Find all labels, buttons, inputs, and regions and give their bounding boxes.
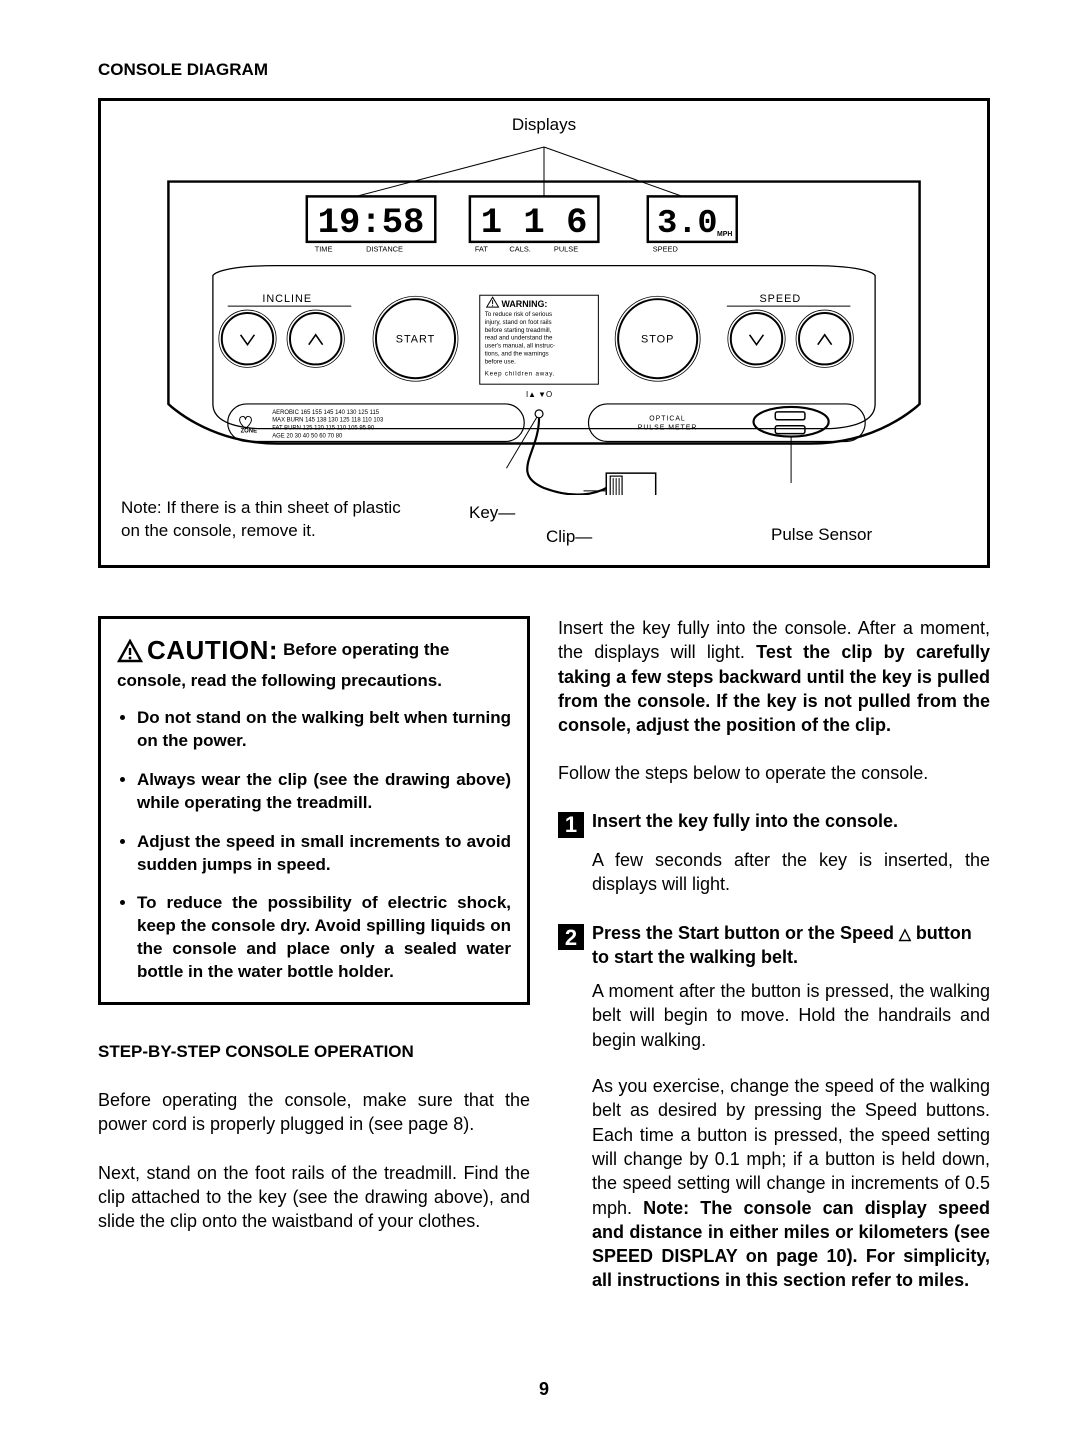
warning-line-6: before use. — [485, 358, 516, 365]
caution-list: Do not stand on the walking belt when tu… — [117, 707, 511, 984]
zone-label: ZONE — [241, 429, 258, 435]
intro-para: Follow the steps below to operate the co… — [558, 761, 990, 785]
caution-bullet: Do not stand on the walking belt when tu… — [137, 707, 511, 753]
warning-line-3: read and understand the — [485, 335, 553, 342]
lcd-label-speed: SPEED — [653, 245, 678, 254]
speed-down-button — [728, 310, 785, 367]
warning-line-4: user's manual, all instruc- — [485, 343, 555, 350]
zone-row-3: AGE 20 30 40 50 60 70 80 — [272, 434, 343, 440]
console-diagram: Displays 19:58 TIME DISTANCE 1 1 6 FAT C… — [98, 98, 990, 568]
lcd-label-pulse: PULSE — [554, 245, 578, 254]
intro-para: Insert the key fully into the console. A… — [558, 616, 990, 737]
caution-bullet: Always wear the clip (see the drawing ab… — [137, 769, 511, 815]
right-column: Insert the key fully into the console. A… — [558, 616, 990, 1319]
lcd-label-time: TIME — [315, 245, 333, 254]
page-title: CONSOLE DIAGRAM — [98, 60, 990, 80]
step-title: Insert the key fully into the console. — [592, 810, 898, 833]
speed-label: SPEED — [759, 293, 801, 305]
step-1: 1 Insert the key fully into the console.… — [558, 810, 990, 897]
zone-row-2: FAT BURN 125 120 115 110 105 95 90 — [272, 426, 375, 432]
callout-clip: Clip— — [546, 527, 592, 547]
callout-pulse-sensor: Pulse Sensor — [771, 525, 872, 545]
speed-up-button — [796, 310, 853, 367]
incline-up-button — [287, 310, 344, 367]
step-number: 1 — [558, 812, 584, 838]
lcd-label-distance: DISTANCE — [366, 245, 403, 254]
svg-text:START: START — [396, 334, 436, 346]
warning-title: WARNING: — [502, 299, 548, 309]
operation-para: Next, stand on the foot rails of the tre… — [98, 1161, 530, 1234]
step-number: 2 — [558, 924, 584, 950]
step-2: 2 Press the Start button or the Speed △ … — [558, 922, 990, 1292]
zone-row-1: MAX BURN 145 138 130 125 118 110 103 — [272, 418, 384, 424]
warning-line-1: injury, stand on foot rails — [485, 319, 552, 326]
caution-box: CAUTION: Before operating the console, r… — [98, 616, 530, 1005]
key-hole-icon — [535, 410, 543, 418]
warning-line-7: Keep children away. — [485, 370, 556, 377]
step-body-para: As you exercise, change the speed of the… — [592, 1074, 990, 1293]
selector-text: I▲ ▼O — [526, 390, 552, 399]
lcd-time-value: 19:58 — [318, 202, 425, 243]
svg-text:STOP: STOP — [641, 334, 674, 346]
lcd-label-cals: CALS. — [509, 245, 530, 254]
optical-l1: OPTICAL — [649, 416, 685, 423]
warning-icon — [487, 297, 499, 307]
console-svg: 19:58 TIME DISTANCE 1 1 6 FAT CALS. PULS… — [119, 135, 969, 495]
step-body-para: A few seconds after the key is inserted,… — [592, 848, 990, 897]
stop-button: STOP — [615, 296, 700, 381]
warning-line-2: before starting treadmill, — [485, 327, 552, 334]
clip-icon — [606, 473, 655, 495]
caution-bullet: Adjust the speed in small increments to … — [137, 831, 511, 877]
pulse-sensor-icon — [754, 407, 829, 437]
left-column: CAUTION: Before operating the console, r… — [98, 616, 530, 1319]
caution-bullet: To reduce the possibility of electric sh… — [137, 892, 511, 984]
zone-row-0: AEROBIC 165 155 145 140 130 125 115 — [272, 410, 380, 416]
warning-line-0: To reduce risk of serious — [485, 311, 552, 318]
callout-displays: Displays — [119, 115, 969, 135]
optical-l2: PULSE METER — [638, 425, 698, 432]
lcd-label-fat: FAT — [475, 245, 489, 254]
lcd-speed-unit: MPH — [717, 231, 732, 238]
lcd-speed-value: 3.0 — [657, 205, 717, 243]
lcd-fat-value: 1 1 6 — [481, 202, 588, 243]
operation-para: Before operating the console, make sure … — [98, 1088, 530, 1137]
triangle-up-icon: △ — [899, 926, 911, 943]
incline-down-button — [219, 310, 276, 367]
step-title: Press the Start button or the Speed △ bu… — [592, 922, 990, 969]
warning-line-5: tions, and the warnings — [485, 351, 549, 358]
caution-word: CAUTION: — [147, 635, 278, 665]
operation-subhead: STEP-BY-STEP CONSOLE OPERATION — [98, 1041, 530, 1064]
diagram-note: Note: If there is a thin sheet of plasti… — [121, 497, 411, 543]
step-body-para: A moment after the button is pressed, th… — [592, 979, 990, 1052]
warning-icon — [117, 639, 143, 663]
start-button: START — [373, 296, 458, 381]
callout-key: Key— — [469, 503, 515, 523]
incline-label: INCLINE — [262, 293, 312, 305]
